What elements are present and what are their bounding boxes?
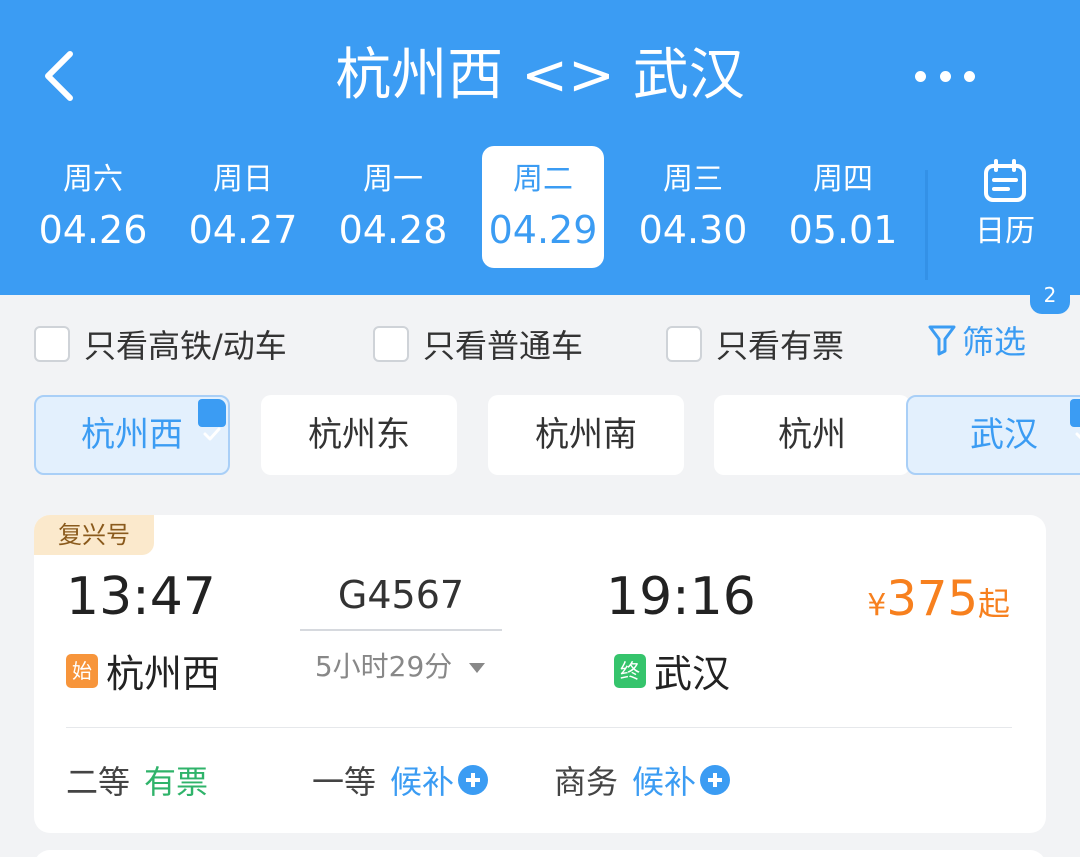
divider	[925, 170, 928, 280]
date-value: 04.30	[638, 208, 748, 252]
checkbox-label: 只看有票	[716, 327, 845, 365]
date-tab-0426[interactable]: 周六 04.26	[32, 146, 154, 268]
date-tab-0428[interactable]: 周一 04.28	[332, 146, 454, 268]
high-speed-only-checkbox[interactable]: 只看高铁/动车	[34, 321, 287, 367]
station-chip-hangzhounan[interactable]: 杭州南	[488, 395, 684, 475]
date-tab-0429-selected[interactable]: 周二 04.29	[482, 146, 604, 268]
checkbox-box	[34, 326, 70, 362]
station-chip-hangzhoudong[interactable]: 杭州东	[261, 395, 457, 475]
date-weekday: 周二	[513, 162, 573, 197]
depart-station-name: 杭州西	[106, 652, 221, 696]
depart-station: 始 杭州西	[66, 643, 220, 698]
more-button[interactable]	[915, 66, 975, 86]
dot-icon	[939, 70, 951, 82]
price-suffix: 起	[977, 585, 1010, 623]
divider	[66, 727, 1012, 728]
date-tab-0427[interactable]: 周日 04.27	[182, 146, 304, 268]
arrive-station: 终 武汉	[614, 643, 730, 698]
seat-class-label: 商务	[554, 763, 619, 801]
seat-status: 有票	[144, 763, 209, 801]
route-line	[300, 629, 502, 631]
date-value: 04.29	[488, 208, 598, 252]
check-icon	[198, 399, 226, 441]
train-number: G4567	[337, 573, 465, 617]
duration-toggle[interactable]: 5小时29分	[300, 645, 502, 685]
seat-status: 候补	[390, 763, 455, 801]
date-weekday: 周日	[213, 162, 273, 197]
date-weekday: 周三	[663, 162, 723, 197]
station-chip-wuhan[interactable]: 武汉	[906, 395, 1080, 475]
seat-class-label: 一等	[312, 763, 377, 801]
price-currency: ¥	[867, 588, 887, 623]
next-train-card[interactable]	[34, 850, 1046, 857]
seat-business-class[interactable]: 商务 候补	[554, 757, 731, 803]
dot-icon	[915, 70, 926, 82]
checkbox-box	[373, 326, 409, 362]
calendar-label: 日历	[975, 214, 1035, 249]
date-weekday: 周一	[363, 162, 423, 197]
price-value: 375	[886, 571, 978, 627]
funnel-icon	[928, 325, 956, 356]
plus-circle-icon	[700, 765, 731, 795]
arrive-station-name: 武汉	[654, 652, 731, 696]
seat-first-class[interactable]: 一等 候补	[312, 757, 489, 803]
seat-class-label: 二等	[66, 763, 131, 801]
end-badge: 终	[614, 653, 646, 688]
checkbox-box	[666, 326, 702, 362]
train-type-tag: 复兴号	[34, 515, 154, 555]
price: ¥ 375 起	[867, 571, 1010, 627]
seat-second-class[interactable]: 二等 有票	[66, 757, 208, 803]
calendar-icon	[984, 159, 1026, 202]
depart-time: 13:47	[66, 567, 216, 627]
dot-icon	[964, 70, 975, 82]
filter-button[interactable]: 筛选	[928, 317, 1026, 363]
seat-status: 候补	[632, 763, 697, 801]
train-card[interactable]: 复兴号 13:47 始 杭州西 G4567 5小时29分 19:16 终 武汉 …	[34, 515, 1046, 833]
filter-row: 只看高铁/动车 只看普通车 只看有票 筛选	[0, 295, 1080, 385]
station-chip-hangzhouxi[interactable]: 杭州西	[34, 395, 230, 475]
plus-circle-icon	[458, 765, 489, 795]
filter-label: 筛选	[962, 323, 1027, 361]
regular-only-checkbox[interactable]: 只看普通车	[373, 321, 583, 367]
date-tab-0430[interactable]: 周三 04.30	[632, 146, 754, 268]
station-chips: 杭州西 杭州东 杭州南 杭州 武汉	[34, 395, 1080, 477]
checkbox-label: 只看普通车	[423, 327, 584, 365]
station-chip-hangzhou[interactable]: 杭州	[714, 395, 910, 475]
start-badge: 始	[66, 653, 98, 688]
available-only-checkbox[interactable]: 只看有票	[666, 321, 844, 367]
caret-down-icon	[469, 663, 486, 673]
chip-label: 杭州东	[308, 415, 410, 455]
date-weekday: 周四	[813, 162, 873, 197]
check-icon	[1070, 399, 1080, 440]
chip-label: 杭州西	[81, 415, 183, 455]
arrive-time: 19:16	[606, 567, 756, 627]
date-value: 04.28	[338, 208, 448, 252]
calendar-button[interactable]: 日历	[955, 158, 1055, 258]
date-tab-0501[interactable]: 周四 05.01	[782, 146, 904, 268]
top-header: 杭州西 <> 武汉 周六 04.26 周日 04.27 周一 04.28 周二 …	[0, 0, 1080, 295]
chip-label: 武汉	[970, 415, 1038, 455]
date-weekday: 周六	[63, 162, 123, 197]
duration-text: 5小时29分	[314, 650, 453, 683]
date-value: 04.26	[38, 208, 148, 252]
date-value: 05.01	[788, 208, 898, 252]
chip-label: 杭州南	[535, 415, 637, 455]
chip-label: 杭州	[778, 415, 846, 455]
date-value: 04.27	[188, 208, 298, 252]
checkbox-label: 只看高铁/动车	[84, 327, 287, 365]
